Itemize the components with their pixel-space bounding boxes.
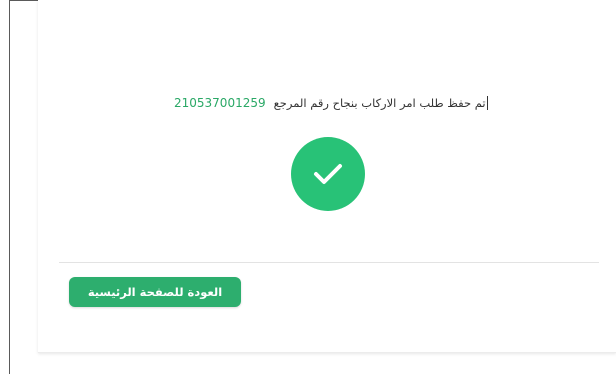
confirmation-message: 210537001259 تم حفظ طلب امر الاركاب بنجا… — [174, 93, 488, 113]
back-to-home-button[interactable]: العودة للصفحة الرئيسية — [69, 277, 241, 307]
reference-number: 210537001259 — [174, 96, 266, 110]
success-check-icon — [291, 137, 365, 211]
checkmark-icon — [314, 164, 342, 184]
divider — [59, 262, 599, 263]
confirmation-text: تم حفظ طلب امر الاركاب بنجاح رقم المرجع — [273, 96, 486, 110]
text-cursor — [486, 96, 488, 110]
